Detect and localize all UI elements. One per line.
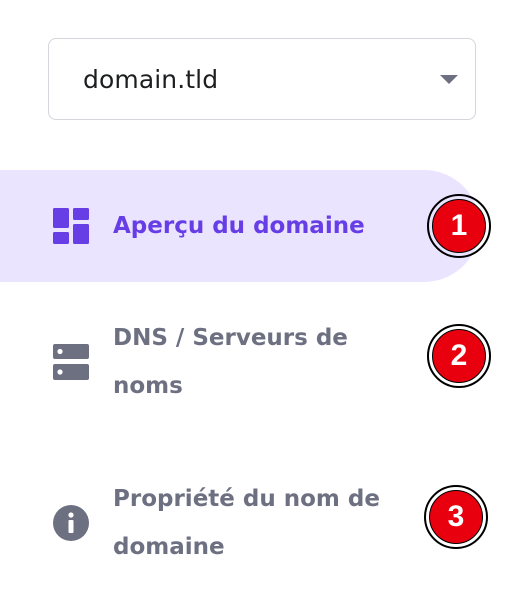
domain-select[interactable]: domain.tld	[48, 38, 476, 120]
sidebar-item-domain-overview[interactable]: Aperçu du domaine	[0, 170, 480, 282]
step-badge: 1	[427, 194, 491, 258]
dashboard-grid-icon	[53, 208, 89, 248]
server-icon	[53, 344, 89, 384]
step-badge: 3	[424, 485, 488, 549]
chevron-down-icon[interactable]	[440, 75, 458, 84]
step-badge: 2	[427, 324, 491, 388]
info-icon	[53, 505, 89, 545]
sidebar-item-label: Propriété du nom de domaine	[113, 486, 380, 560]
domain-sidebar: domain.tld Aperçu du domaine 1 DNS / Ser…	[0, 0, 522, 610]
sidebar-item-label: DNS / Serveurs de noms	[113, 325, 348, 399]
sidebar-item-label: Aperçu du domaine	[113, 213, 365, 239]
domain-select-value: domain.tld	[83, 65, 219, 94]
